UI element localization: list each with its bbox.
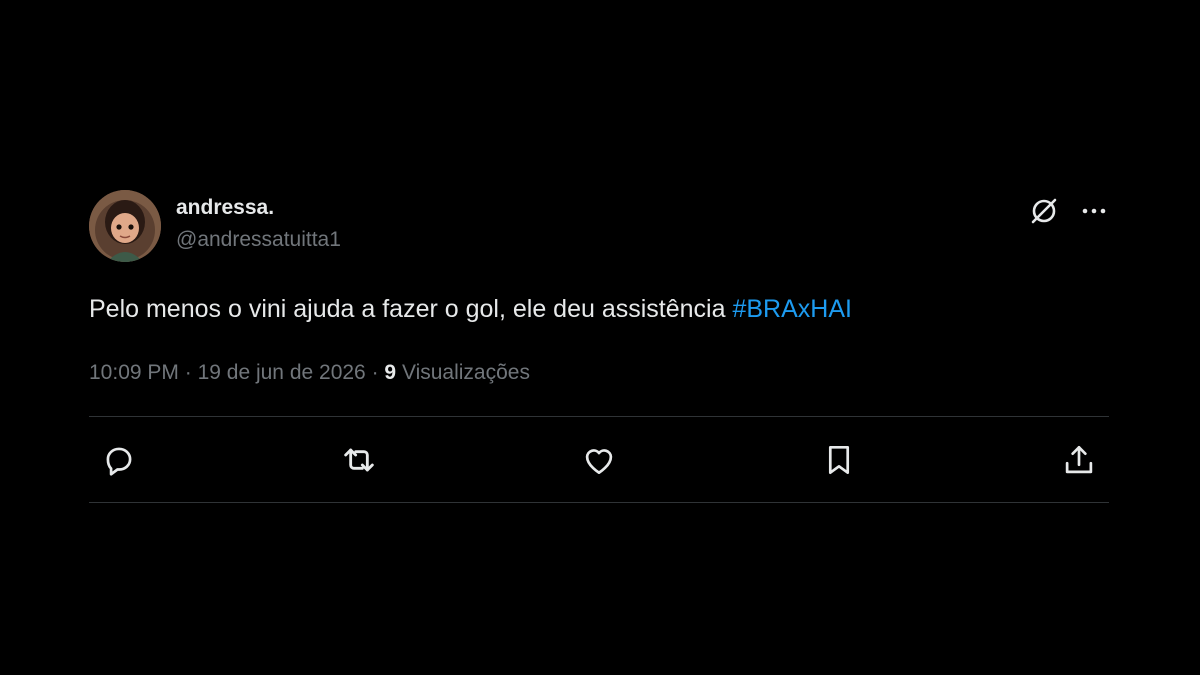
tweet-body: Pelo menos o vini ajuda a fazer o gol, e…: [89, 295, 733, 323]
meta-separator: ·: [184, 361, 192, 384]
grok-icon[interactable]: [1029, 196, 1059, 226]
views-label: Visualizações: [401, 361, 530, 384]
handle[interactable]: @andressatuitta1: [176, 227, 341, 253]
display-name[interactable]: andressa.: [176, 195, 341, 221]
views-count: 9: [384, 361, 397, 384]
tweet-time[interactable]: 10:09 PM: [89, 361, 179, 384]
tweet-card: andressa. @andressatuitta1 Pelo menos o …: [89, 190, 1109, 503]
retweet-icon[interactable]: [339, 440, 379, 480]
hashtag-link[interactable]: #BRAxHAI: [732, 295, 851, 323]
share-icon[interactable]: [1059, 440, 1099, 480]
author-names: andressa. @andressatuitta1: [176, 195, 341, 253]
avatar[interactable]: [89, 190, 161, 262]
meta-separator: ·: [371, 361, 379, 384]
tweet-header: andressa. @andressatuitta1: [89, 190, 1109, 262]
divider: [89, 502, 1109, 503]
avatar-image: [89, 190, 161, 262]
top-actions: [1029, 196, 1109, 226]
tweet-date[interactable]: 19 de jun de 2026: [198, 361, 366, 384]
tweet-meta: 10:09 PM · 19 de jun de 2026 · 9 Visuali…: [89, 360, 1109, 386]
reply-icon[interactable]: [99, 440, 139, 480]
tweet-text: Pelo menos o vini ajuda a fazer o gol, e…: [89, 292, 1109, 326]
more-icon[interactable]: [1079, 196, 1109, 226]
bookmark-icon[interactable]: [819, 440, 859, 480]
action-bar: [89, 417, 1109, 502]
like-icon[interactable]: [579, 440, 619, 480]
